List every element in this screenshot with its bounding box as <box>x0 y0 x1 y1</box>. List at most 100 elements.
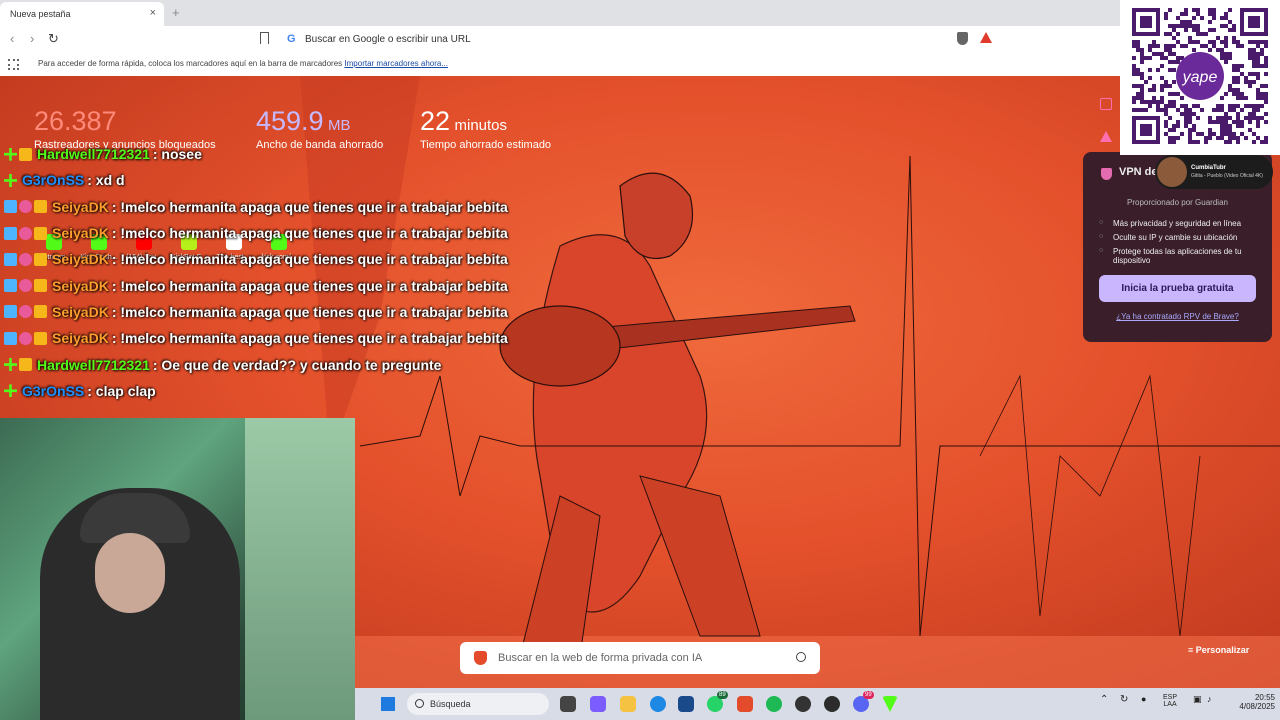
language-indicator[interactable]: ESP LAA <box>1163 694 1177 708</box>
brave-shield-icon[interactable] <box>957 32 968 45</box>
start-trial-button[interactable]: Inicia la prueba gratuita <box>1099 275 1256 302</box>
heart-badge-icon <box>19 279 32 293</box>
windows-start-icon[interactable] <box>381 697 395 711</box>
store-icon[interactable] <box>678 696 694 712</box>
qr-module <box>1208 12 1212 16</box>
qr-module <box>1208 136 1212 140</box>
qr-module <box>1228 20 1232 24</box>
edge-icon[interactable] <box>650 696 666 712</box>
tab-new-tab[interactable]: Nueva pestaña × <box>0 2 164 26</box>
search-icon[interactable] <box>796 652 806 662</box>
qr-module <box>1148 88 1152 92</box>
qr-module <box>1260 92 1264 96</box>
reload-icon[interactable]: ↻ <box>48 31 59 47</box>
qr-module <box>1248 128 1252 132</box>
qr-module <box>1152 88 1156 92</box>
qr-module <box>1160 84 1164 88</box>
new-tab-button[interactable]: + <box>172 5 180 20</box>
qr-module <box>1216 120 1220 124</box>
qr-module <box>1236 104 1240 108</box>
qr-module <box>1184 8 1188 12</box>
tray-sync-icon[interactable]: ↻ <box>1120 694 1128 705</box>
qr-module <box>1260 116 1264 120</box>
qr-module <box>1184 112 1188 116</box>
system-clock[interactable]: 20:55 4/08/2025 <box>1227 693 1275 711</box>
file-explorer-icon[interactable] <box>620 696 636 712</box>
qr-module <box>1212 16 1216 20</box>
qr-module <box>1144 108 1148 112</box>
qr-module <box>1160 100 1164 104</box>
network-icon[interactable]: ▣ <box>1193 694 1202 705</box>
import-bookmarks-link[interactable]: Importar marcadores ahora... <box>344 59 448 68</box>
qr-module <box>1224 56 1228 60</box>
qr-module <box>1232 64 1236 68</box>
qr-module <box>1232 120 1236 124</box>
vpn-provider: Proporcionado por Guardian <box>1127 198 1228 207</box>
qr-module <box>1184 120 1188 124</box>
taskbar-search[interactable]: Búsqueda <box>407 693 549 715</box>
blue-badge-icon <box>4 279 17 293</box>
tray-chevron-icon[interactable]: ⌃ <box>1100 694 1108 705</box>
kick-taskbar-icon[interactable] <box>882 696 898 712</box>
chat-text: : nosee <box>152 146 202 163</box>
close-tab-icon[interactable]: × <box>150 7 156 19</box>
qr-module <box>1232 76 1236 80</box>
task-view-icon[interactable] <box>560 696 576 712</box>
qr-module <box>1140 72 1144 76</box>
chat-text: : !melco hermanita apaga que tienes que … <box>111 198 508 215</box>
qr-module <box>1192 124 1196 128</box>
whatsapp-badge: 89 <box>717 691 728 699</box>
side-rewards-icon[interactable] <box>1100 131 1112 142</box>
qr-module <box>1224 60 1228 64</box>
app-icon[interactable] <box>824 696 840 712</box>
chat-username: SeiyaDK <box>52 277 109 294</box>
qr-module <box>1188 128 1192 132</box>
qr-module <box>1208 8 1212 12</box>
qr-module <box>1176 60 1180 64</box>
qr-module <box>1172 100 1176 104</box>
qr-module <box>1232 136 1236 140</box>
back-icon[interactable]: ‹ <box>10 31 14 46</box>
qr-module <box>1236 40 1240 44</box>
qr-module <box>1172 92 1176 96</box>
qr-module <box>1164 108 1168 112</box>
address-bar[interactable]: G Buscar en Google o escribir una URL <box>280 29 1000 50</box>
qr-module <box>1256 64 1260 68</box>
qr-module <box>1204 44 1208 48</box>
qr-module <box>1236 116 1240 120</box>
customize-button[interactable]: ≡ Personalizar <box>1188 645 1249 655</box>
apps-grid-icon[interactable] <box>8 59 19 70</box>
forward-icon[interactable]: › <box>30 31 34 46</box>
bookmark-icon[interactable] <box>260 32 269 44</box>
qr-module <box>1176 124 1180 128</box>
already-contracted-link[interactable]: ¿Ya ha contratado RPV de Brave? <box>1099 312 1256 321</box>
qr-module <box>1176 32 1180 36</box>
qr-module <box>1156 104 1160 108</box>
obs-icon[interactable] <box>795 696 811 712</box>
ai-search-bar[interactable]: Buscar en la web de forma privada con IA <box>460 642 820 674</box>
blue-badge-icon <box>4 226 17 240</box>
qr-module <box>1216 116 1220 120</box>
qr-module <box>1168 48 1172 52</box>
copilot-icon[interactable] <box>590 696 606 712</box>
qr-module <box>1140 108 1144 112</box>
qr-module <box>1156 44 1160 48</box>
qr-module <box>1252 108 1256 112</box>
qr-module <box>1264 56 1268 60</box>
volume-icon[interactable]: ♪ <box>1207 694 1212 704</box>
qr-module <box>1156 108 1160 112</box>
qr-module <box>1256 88 1260 92</box>
qr-module <box>1188 120 1192 124</box>
side-video-icon[interactable] <box>1100 98 1112 110</box>
chat-text: : !melco hermanita apaga que tienes que … <box>111 277 508 294</box>
tray-mic-icon[interactable]: ● <box>1141 694 1146 704</box>
brave-taskbar-icon[interactable] <box>737 696 753 712</box>
qr-module <box>1256 44 1260 48</box>
qr-module <box>1160 88 1164 92</box>
qr-module <box>1256 60 1260 64</box>
qr-module <box>1132 64 1136 68</box>
qr-module <box>1140 52 1144 56</box>
qr-module <box>1172 124 1176 128</box>
brave-rewards-icon[interactable] <box>980 32 992 43</box>
spotify-icon[interactable] <box>766 696 782 712</box>
